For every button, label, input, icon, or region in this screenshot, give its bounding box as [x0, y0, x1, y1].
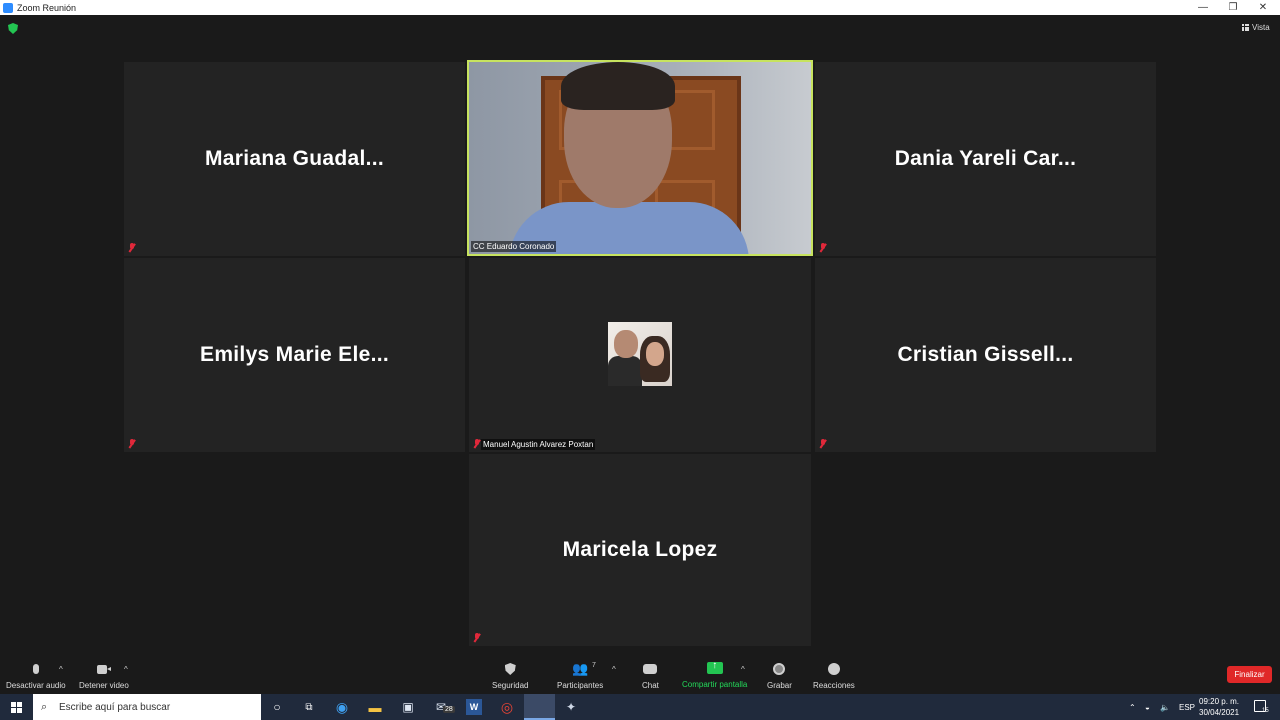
- clock-date: 30/04/2021: [1199, 708, 1240, 717]
- app-taskbar-icon[interactable]: ✦: [563, 699, 579, 715]
- microphone-icon: [32, 664, 39, 674]
- video-label: Detener video: [79, 681, 129, 690]
- share-label: Compartir pantalla: [682, 680, 748, 689]
- participant-name-label: Manuel Agustin Alvarez Poxtan: [481, 439, 596, 450]
- restore-button[interactable]: ❐: [1218, 0, 1248, 15]
- chat-label: Chat: [642, 681, 659, 690]
- edge-browser-icon[interactable]: ◉: [334, 699, 350, 715]
- close-button[interactable]: ✕: [1248, 0, 1278, 15]
- active-app-indicator: [524, 694, 555, 720]
- participant-name: Dania Yareli Car...: [894, 147, 1077, 170]
- participant-name: Cristian Gissell...: [897, 343, 1074, 366]
- mail-badge: 28: [443, 706, 455, 713]
- participants-count: 7: [592, 662, 596, 669]
- windows-taskbar: ⌕ ○ ⧉ ◉ ▬ ▣ ✉ W ◎ ▶ ✦: [0, 694, 1280, 720]
- security-shield-icon: [504, 663, 516, 675]
- participant-tile-mariana[interactable]: Mariana Guadal...: [124, 62, 465, 256]
- file-explorer-icon[interactable]: ▬: [367, 699, 383, 715]
- share-options-caret-icon[interactable]: ^: [741, 665, 745, 674]
- mute-audio-button[interactable]: Desactivar audio: [6, 662, 66, 690]
- task-view-icon[interactable]: ⧉: [301, 699, 317, 715]
- network-icon[interactable]: ◒: [1145, 694, 1150, 720]
- reactions-button[interactable]: Reacciones: [813, 662, 855, 690]
- security-button[interactable]: Seguridad: [492, 662, 528, 690]
- emoji-icon: [827, 663, 840, 675]
- shield-icon[interactable]: [8, 23, 18, 34]
- participants-icon: 👥: [572, 661, 589, 676]
- mic-muted-icon: [819, 243, 827, 253]
- participant-tile-cristian[interactable]: Cristian Gissell...: [815, 258, 1156, 452]
- chrome-icon[interactable]: ◎: [499, 699, 515, 715]
- mic-muted-icon: [128, 439, 136, 449]
- start-button[interactable]: [0, 694, 32, 720]
- reactions-label: Reacciones: [813, 681, 855, 690]
- language-indicator[interactable]: ESP: [1179, 694, 1195, 720]
- share-screen-icon: [706, 660, 723, 674]
- audio-label: Desactivar audio: [6, 681, 66, 690]
- participant-name: Mariana Guadal...: [205, 147, 384, 170]
- video-options-caret-icon[interactable]: ^: [124, 665, 128, 674]
- participant-video: [469, 62, 811, 254]
- windows-logo-icon: [10, 701, 22, 713]
- mic-muted-icon: [473, 439, 481, 449]
- taskbar-clock[interactable]: 09:20 p. m. 30/04/2021: [1199, 696, 1239, 718]
- notification-count: 15: [1262, 708, 1269, 714]
- participant-tile-dania[interactable]: Dania Yareli Car...: [815, 62, 1156, 256]
- window-title: Zoom Reunión: [17, 2, 77, 13]
- audio-options-caret-icon[interactable]: ^: [59, 665, 63, 674]
- participant-name-label: CC Eduardo Coronado: [471, 241, 557, 252]
- clock-time: 09:20 p. m.: [1199, 697, 1240, 706]
- search-input[interactable]: [59, 701, 259, 713]
- participants-button[interactable]: 👥 Participantes: [557, 661, 604, 691]
- participant-name: Maricela Lopez: [562, 538, 718, 561]
- record-label: Grabar: [767, 681, 792, 690]
- mic-muted-icon: [128, 243, 136, 253]
- profile-picture: [608, 322, 672, 386]
- minimize-button[interactable]: —: [1188, 0, 1218, 15]
- mic-muted-icon: [473, 633, 481, 643]
- participant-tile-eduardo[interactable]: CC Eduardo Coronado: [467, 60, 813, 256]
- search-icon: ⌕: [41, 700, 48, 713]
- share-screen-button[interactable]: Compartir pantalla: [682, 660, 748, 689]
- participant-tile-manuel[interactable]: Manuel Agustin Alvarez Poxtan: [469, 258, 811, 452]
- record-button[interactable]: Grabar: [767, 662, 792, 690]
- grid-icon: [1242, 24, 1249, 31]
- participant-name: Emilys Marie Ele...: [200, 343, 389, 366]
- cortana-icon[interactable]: ○: [269, 699, 285, 715]
- video-camera-icon: [96, 664, 111, 674]
- chat-bubble-icon: [643, 664, 658, 674]
- end-meeting-button[interactable]: Finalizar: [1227, 666, 1272, 683]
- view-label: Vista: [1252, 23, 1270, 32]
- stop-video-button[interactable]: Detener video: [79, 662, 129, 690]
- participant-tile-maricela[interactable]: Maricela Lopez: [469, 454, 811, 646]
- mic-muted-icon: [819, 439, 827, 449]
- participants-label: Participantes: [557, 681, 604, 690]
- taskbar-search[interactable]: ⌕: [33, 694, 261, 720]
- record-icon: [773, 663, 786, 675]
- security-label: Seguridad: [492, 681, 529, 690]
- show-hidden-icons[interactable]: ⌃: [1129, 694, 1136, 720]
- zoom-app-icon: [3, 2, 13, 13]
- volume-icon[interactable]: 🔈: [1160, 694, 1170, 720]
- meeting-toolbar: Desactivar audio ^ Detener video ^ Segur…: [0, 658, 1280, 694]
- participants-options-caret-icon[interactable]: ^: [612, 665, 616, 674]
- meeting-area: Vista Mariana Guadal... CC Eduardo Coron…: [0, 15, 1280, 658]
- store-icon[interactable]: ▣: [400, 699, 416, 715]
- chat-button[interactable]: Chat: [642, 662, 659, 690]
- view-button[interactable]: Vista: [1242, 23, 1270, 32]
- participant-tile-emilys[interactable]: Emilys Marie Ele...: [124, 258, 465, 452]
- word-icon[interactable]: W: [466, 699, 482, 715]
- chevron-up-icon: ⌃: [1129, 702, 1136, 712]
- window-titlebar: Zoom Reunión — ❐ ✕: [0, 0, 1280, 15]
